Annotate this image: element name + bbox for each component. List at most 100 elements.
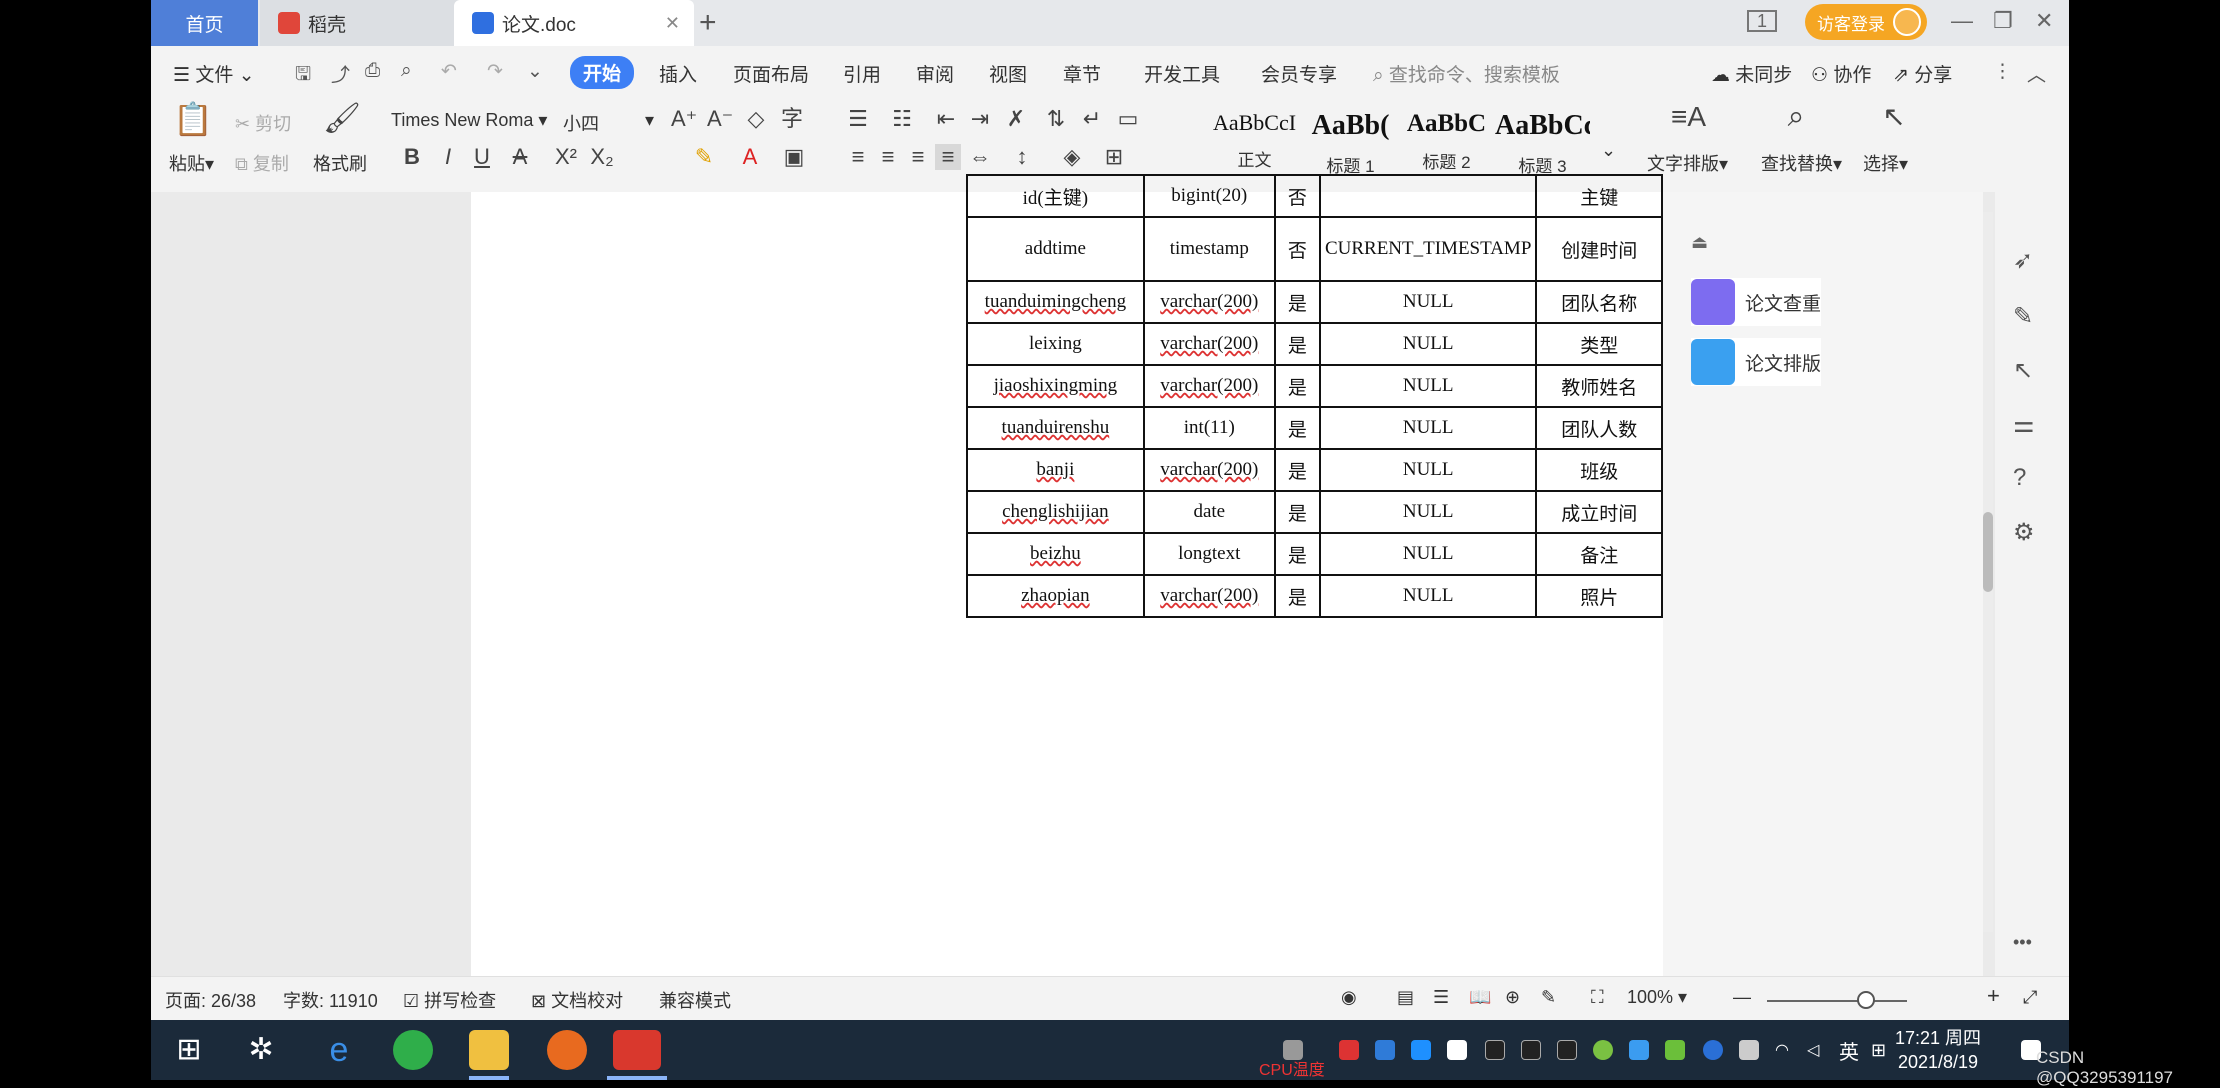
fit-page-icon[interactable]: ⛶ — [1591, 987, 1604, 1008]
rocket-icon[interactable]: ➶ — [2013, 246, 2033, 275]
styles-expand-icon[interactable]: ⌄ — [1601, 140, 1616, 161]
file-explorer-icon[interactable] — [469, 1030, 509, 1070]
strikethrough-icon[interactable]: A — [507, 144, 533, 170]
document-page[interactable]: id(主键) bigint(20) 否 主键 addtime timestamp 否… — [471, 174, 1663, 976]
close-tab-icon[interactable]: ✕ — [665, 13, 680, 34]
fullscreen-icon[interactable]: ⤢ — [2023, 987, 2037, 1008]
zoom-slider[interactable] — [1767, 1000, 1907, 1002]
tray-app-icon[interactable] — [1375, 1040, 1395, 1060]
more-icon[interactable]: ⋮ — [1993, 60, 2012, 83]
volume-icon[interactable]: ◁ — [1807, 1040, 1827, 1060]
more-options-icon[interactable]: ••• — [2013, 932, 2032, 953]
share-button[interactable]: ⇗ 分享 — [1893, 60, 1952, 87]
shading-icon[interactable]: ◈ — [1059, 144, 1085, 170]
close-window-icon[interactable]: ✕ — [2035, 8, 2053, 34]
tray-blue-icon[interactable] — [1629, 1040, 1649, 1060]
command-search-input[interactable]: ⌕ 查找命令、搜索模板 — [1373, 60, 1560, 87]
page-view-icon[interactable]: ▤ — [1397, 987, 1414, 1008]
sort-icon[interactable]: ⇅ — [1043, 106, 1069, 132]
increase-indent-icon[interactable]: ⇥ — [967, 106, 993, 132]
paper-check-button[interactable]: 论文查重 — [1691, 278, 1821, 326]
system-clock[interactable]: 17:21 周四 2021/8/19 — [1895, 1026, 1981, 1074]
ie-browser-icon[interactable]: e — [319, 1030, 359, 1070]
pointer-icon[interactable]: ↖ — [2013, 356, 2033, 385]
distribute-icon[interactable]: ⇔ — [967, 144, 993, 170]
proofread-button[interactable]: ⊠ 文档校对 — [531, 987, 623, 1013]
settings-sliders-icon[interactable]: ⚌ — [2013, 410, 2035, 439]
redo-icon[interactable]: ↷ — [487, 60, 503, 83]
guest-login-button[interactable]: 访客登录 — [1805, 4, 1927, 40]
align-left-icon[interactable]: ≡ — [845, 144, 871, 170]
select-cursor-icon[interactable]: ↖ — [1881, 103, 1907, 131]
sync-button[interactable]: ☁ 未同步 — [1711, 60, 1792, 87]
undo-icon[interactable]: ↶ — [441, 60, 457, 83]
export-icon[interactable]: ⤴ — [331, 60, 350, 87]
tab-document[interactable]: 论文.doc ✕ — [454, 0, 694, 46]
new-tab-button[interactable]: + — [699, 6, 717, 40]
paper-format-button[interactable]: 论文排版 — [1691, 338, 1821, 386]
notification-bell-icon[interactable] — [1447, 1040, 1467, 1060]
find-replace-button[interactable]: 查找替换▾ — [1761, 150, 1842, 176]
customize-icon[interactable]: ⌄ — [527, 60, 543, 83]
align-center-icon[interactable]: ≡ — [875, 144, 901, 170]
write-view-icon[interactable]: ✎ — [1541, 987, 1556, 1008]
collab-button[interactable]: ⚇ 协作 — [1811, 60, 1871, 87]
clear-format-icon[interactable]: ◇ — [743, 106, 769, 132]
copy-button[interactable]: ⧉ 复制 — [235, 150, 289, 176]
page-count[interactable]: 页面: 26/38 — [165, 987, 256, 1013]
select-button[interactable]: 选择▾ — [1863, 150, 1908, 176]
browser-360-icon[interactable] — [393, 1030, 433, 1070]
bold-icon[interactable]: B — [399, 144, 425, 170]
underline-icon[interactable]: U — [469, 144, 495, 170]
numbered-list-icon[interactable]: ☷ — [889, 106, 915, 132]
tab-review[interactable]: 审阅 — [916, 60, 954, 87]
phonetic-icon[interactable]: 字 — [779, 106, 805, 132]
help-icon[interactable]: ? — [2013, 464, 2026, 492]
eject-icon[interactable]: ⏏ — [1691, 232, 1708, 253]
decrease-indent-icon[interactable]: ⇤ — [933, 106, 959, 132]
word-count[interactable]: 字数: 11910 — [283, 987, 378, 1013]
bluetooth-icon[interactable] — [1703, 1040, 1723, 1060]
zoom-in-icon[interactable]: + — [1987, 983, 2000, 1009]
decrease-font-icon[interactable]: A⁻ — [707, 106, 733, 132]
scroll-thumb[interactable] — [1983, 512, 1993, 592]
security-shield-icon[interactable] — [1411, 1040, 1431, 1060]
font-color-icon[interactable]: A — [737, 144, 763, 170]
find-replace-icon[interactable]: ⌕ — [1783, 102, 1809, 132]
italic-icon[interactable]: I — [435, 144, 461, 170]
justify-icon[interactable]: ≡ — [935, 144, 961, 170]
tray-green-icon[interactable] — [1593, 1040, 1613, 1060]
font-name-select[interactable]: Times New Roma ▾ — [391, 110, 561, 136]
spell-check-button[interactable]: ☑ 拼写检查 — [403, 987, 496, 1013]
paste-icon[interactable]: 📋 — [173, 103, 213, 146]
superscript-icon[interactable]: X² — [553, 144, 579, 170]
file-menu[interactable]: ☰ 文件 ⌄ — [173, 60, 255, 87]
start-icon[interactable]: ⊞ — [169, 1030, 209, 1070]
collapse-ribbon-icon[interactable]: ︿ — [2027, 60, 2046, 87]
paste-button[interactable]: 粘贴▾ — [169, 150, 214, 176]
pinwheel-icon[interactable]: ✲ — [241, 1030, 281, 1070]
tab-chapter[interactable]: 章节 — [1063, 60, 1101, 87]
align-right-icon[interactable]: ≡ — [905, 144, 931, 170]
increase-font-icon[interactable]: A⁺ — [671, 106, 697, 132]
chinese-layout-icon[interactable]: ✗ — [1003, 106, 1029, 132]
pen-icon[interactable]: ✎ — [2013, 302, 2033, 331]
format-painter-button[interactable]: 格式刷 — [313, 150, 367, 176]
battery-icon[interactable] — [1739, 1040, 1759, 1060]
font-size-select[interactable]: 小四 — [563, 110, 599, 136]
page-indicator[interactable]: 1 — [1747, 10, 1777, 32]
qq-icon[interactable] — [1521, 1040, 1541, 1060]
font-size-dropdown-icon[interactable]: ▾ — [645, 110, 654, 131]
tab-member[interactable]: 会员专享 — [1261, 60, 1337, 87]
tray-app-icon[interactable] — [1339, 1040, 1359, 1060]
bullet-list-icon[interactable]: ☰ — [845, 106, 871, 132]
tab-start[interactable]: 开始 — [570, 56, 635, 89]
qq-icon[interactable] — [1485, 1040, 1505, 1060]
tab-insert[interactable]: 插入 — [659, 60, 697, 87]
tab-developer[interactable]: 开发工具 — [1144, 60, 1220, 87]
app-orange-icon[interactable] — [547, 1030, 587, 1070]
cut-button[interactable]: ✂ 剪切 — [235, 110, 291, 136]
print-preview-icon[interactable]: ⌕ — [401, 60, 412, 82]
highlight-icon[interactable]: ✎ — [691, 144, 717, 170]
print-icon[interactable]: ⎙ — [365, 60, 380, 82]
